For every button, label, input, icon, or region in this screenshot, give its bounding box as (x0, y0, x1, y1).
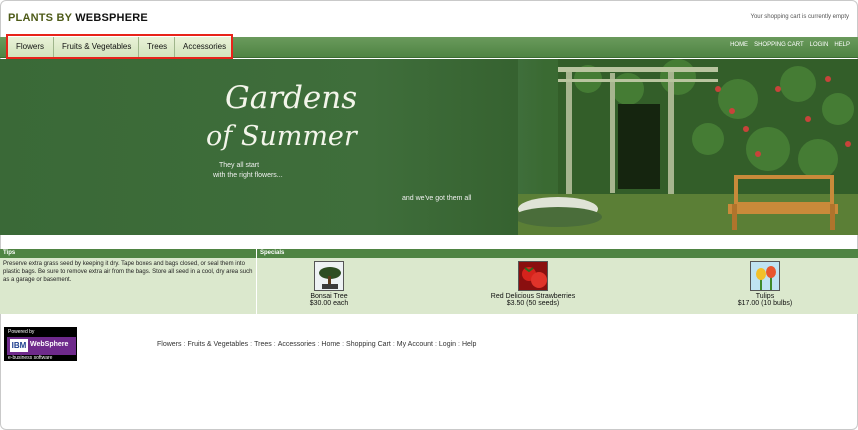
hero-banner[interactable]: Gardens of Summer They all start with th… (0, 59, 858, 235)
footer-link-shopping-cart[interactable]: Shopping Cart (346, 341, 391, 348)
footer-link-home[interactable]: Home (321, 341, 340, 348)
footer-links: Flowers: Fruits & Vegetables: Trees: Acc… (157, 341, 477, 348)
footer-link-fruits-vegetables[interactable]: Fruits & Vegetables (187, 341, 248, 348)
banner-tagline-3: and we've got them all (402, 195, 472, 202)
footer-link-trees[interactable]: Trees (254, 341, 272, 348)
footer-link-accessories[interactable]: Accessories (278, 341, 316, 348)
special-item-name[interactable]: Red Delicious Strawberries (473, 293, 593, 300)
category-tab-trees[interactable]: Trees (139, 37, 175, 57)
bonsai-thumbnail[interactable] (314, 261, 344, 291)
special-item-name[interactable]: Tulips (720, 293, 810, 300)
tulips-thumbnail[interactable] (750, 261, 780, 291)
special-item-price: $3.50 (50 seeds) (506, 300, 560, 307)
category-tabs: Flowers Fruits & Vegetables Trees Access… (8, 37, 231, 57)
footer-link-my-account[interactable]: My Account (397, 341, 433, 348)
util-link-home[interactable]: HOME (730, 42, 748, 48)
powered-by-label: Powered by (8, 329, 35, 335)
utility-links: HOME SHOPPING CART LOGIN HELP (730, 42, 850, 48)
util-link-shopping-cart[interactable]: SHOPPING CART (754, 42, 804, 48)
footer-link-login[interactable]: Login (439, 341, 456, 348)
banner-title-line-1: Gardens (225, 80, 358, 116)
logo-part-1: PLANTS BY (8, 12, 72, 24)
ebusiness-label: e-business software (8, 355, 53, 361)
tips-text: Preserve extra grass seed by keeping it … (0, 258, 256, 314)
logo-part-2: WEBSPHERE (75, 12, 148, 24)
specials-heading: Specials (257, 249, 858, 258)
special-item-name[interactable]: Bonsai Tree (289, 293, 369, 300)
special-item-strawberries[interactable]: Red Delicious Strawberries $3.50 (50 see… (473, 261, 593, 307)
tips-heading: Tips (0, 249, 256, 258)
footer-link-flowers[interactable]: Flowers (157, 341, 182, 348)
banner-tagline-1: They all start (219, 162, 260, 169)
garden-photo (518, 59, 858, 235)
footer-link-help[interactable]: Help (462, 341, 476, 348)
special-item-bonsai[interactable]: Bonsai Tree $30.00 each (289, 261, 369, 307)
powered-by-websphere-logo[interactable]: Powered by IBM WebSphere e-business soft… (4, 327, 77, 361)
special-item-price: $30.00 each (309, 300, 349, 307)
special-item-price: $17.00 (10 bulbs) (737, 300, 793, 307)
site-logo[interactable]: PLANTS BY WEBSPHERE (8, 12, 148, 24)
util-link-help[interactable]: HELP (834, 42, 850, 48)
websphere-band: IBM WebSphere (7, 337, 76, 355)
strawberry-thumbnail[interactable] (518, 261, 548, 291)
cart-status-text: Your shopping cart is currently empty (750, 14, 850, 20)
category-tab-accessories[interactable]: Accessories (175, 37, 231, 57)
banner-title-line-2: of Summer (206, 121, 357, 152)
ibm-logo: IBM (10, 339, 28, 352)
category-tab-flowers[interactable]: Flowers (8, 37, 54, 57)
special-item-tulips[interactable]: Tulips $17.00 (10 bulbs) (720, 261, 810, 307)
category-tab-fruits-vegetables[interactable]: Fruits & Vegetables (54, 37, 139, 57)
banner-tagline-2: with the right flowers... (213, 172, 283, 179)
websphere-label: WebSphere (30, 341, 69, 348)
util-link-login[interactable]: LOGIN (810, 42, 829, 48)
specials-panel: Bonsai Tree $30.00 each Red Delicious St… (257, 258, 858, 314)
